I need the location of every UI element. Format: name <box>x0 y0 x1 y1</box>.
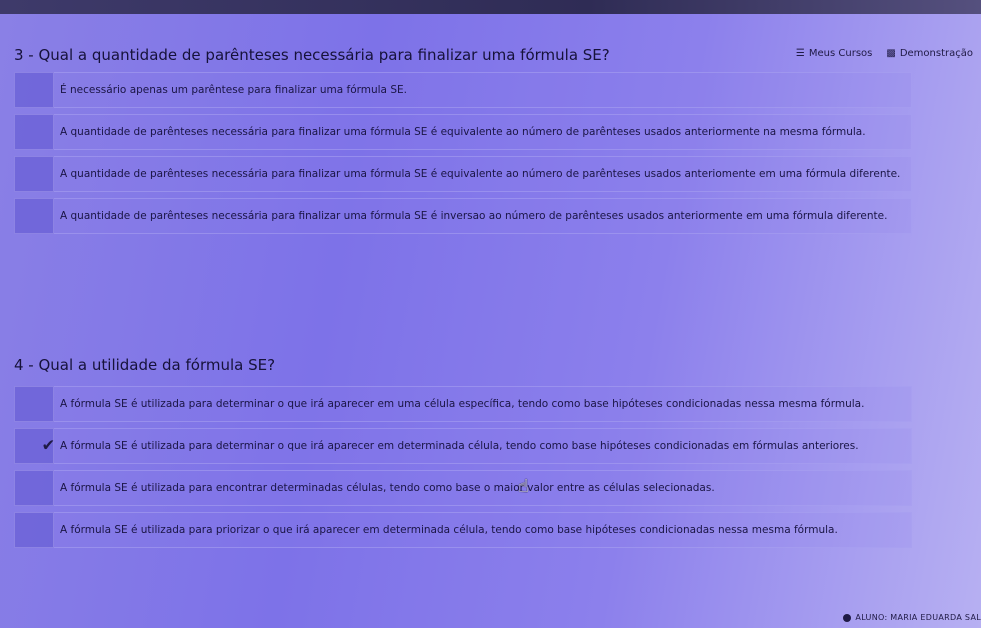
q3-option-a-text: É necessário apenas um parêntese para fi… <box>54 72 912 108</box>
user-label: ALUNO: MARIA EDUARDA SAL <box>855 613 981 622</box>
q3-option-d[interactable]: A quantidade de parênteses necessária pa… <box>14 198 912 234</box>
browser-top-bar <box>0 0 981 14</box>
q3-option-d-text: A quantidade de parênteses necessária pa… <box>54 198 912 234</box>
q4-option-c-marker[interactable] <box>14 470 54 506</box>
q4-option-b[interactable]: A fórmula SE é utilizada para determinar… <box>14 428 912 464</box>
q4-option-d-marker[interactable] <box>14 512 54 548</box>
question-4-options: A fórmula SE é utilizada para determinar… <box>14 386 912 554</box>
hand-pointer-icon: ☝ <box>518 476 529 497</box>
q3-option-a[interactable]: É necessário apenas um parêntese para fi… <box>14 72 912 108</box>
q3-option-d-marker[interactable] <box>14 198 54 234</box>
q4-option-a-text: A fórmula SE é utilizada para determinar… <box>54 386 912 422</box>
q3-option-c-marker[interactable] <box>14 156 54 192</box>
q4-option-c[interactable]: A fórmula SE é utilizada para encontrar … <box>14 470 912 506</box>
nav-demonstracao-label: Demonstração <box>899 47 973 59</box>
nav-demonstracao[interactable]: ▩ Demonstração <box>886 48 973 59</box>
question-3-title: 3 - Qual a quantidade de parênteses nece… <box>14 46 610 64</box>
q4-option-c-text: A fórmula SE é utilizada para encontrar … <box>54 470 912 506</box>
q3-option-b[interactable]: A quantidade de parênteses necessária pa… <box>14 114 912 150</box>
nav-meus-cursos-label: Meus Cursos <box>808 47 873 59</box>
top-navigation: ☰ Meus Cursos ▩ Demonstração <box>796 44 973 62</box>
q4-option-b-marker-checkmark-icon[interactable] <box>14 428 54 464</box>
q3-option-c-text: A quantidade de parênteses necessária pa… <box>54 156 912 192</box>
question-3-options: É necessário apenas um parêntese para fi… <box>14 72 912 240</box>
user-footer: ALUNO: MARIA EDUARDA SAL <box>843 613 981 622</box>
list-icon: ☰ <box>795 47 805 59</box>
question-4-title: 4 - Qual a utilidade da fórmula SE? <box>14 356 276 374</box>
q3-option-c[interactable]: A quantidade de parênteses necessária pa… <box>14 156 912 192</box>
q3-option-b-marker[interactable] <box>14 114 54 150</box>
document-icon: ▩ <box>886 47 896 59</box>
q4-option-b-text: A fórmula SE é utilizada para determinar… <box>54 428 912 464</box>
q4-option-d-text: A fórmula SE é utilizada para priorizar … <box>54 512 912 548</box>
user-icon <box>843 613 852 622</box>
q4-option-a-marker[interactable] <box>14 386 54 422</box>
q4-option-d[interactable]: A fórmula SE é utilizada para priorizar … <box>14 512 912 548</box>
q3-option-a-marker[interactable] <box>14 72 54 108</box>
q3-option-b-text: A quantidade de parênteses necessária pa… <box>54 114 912 150</box>
q4-option-a[interactable]: A fórmula SE é utilizada para determinar… <box>14 386 912 422</box>
nav-meus-cursos[interactable]: ☰ Meus Cursos <box>796 48 872 59</box>
